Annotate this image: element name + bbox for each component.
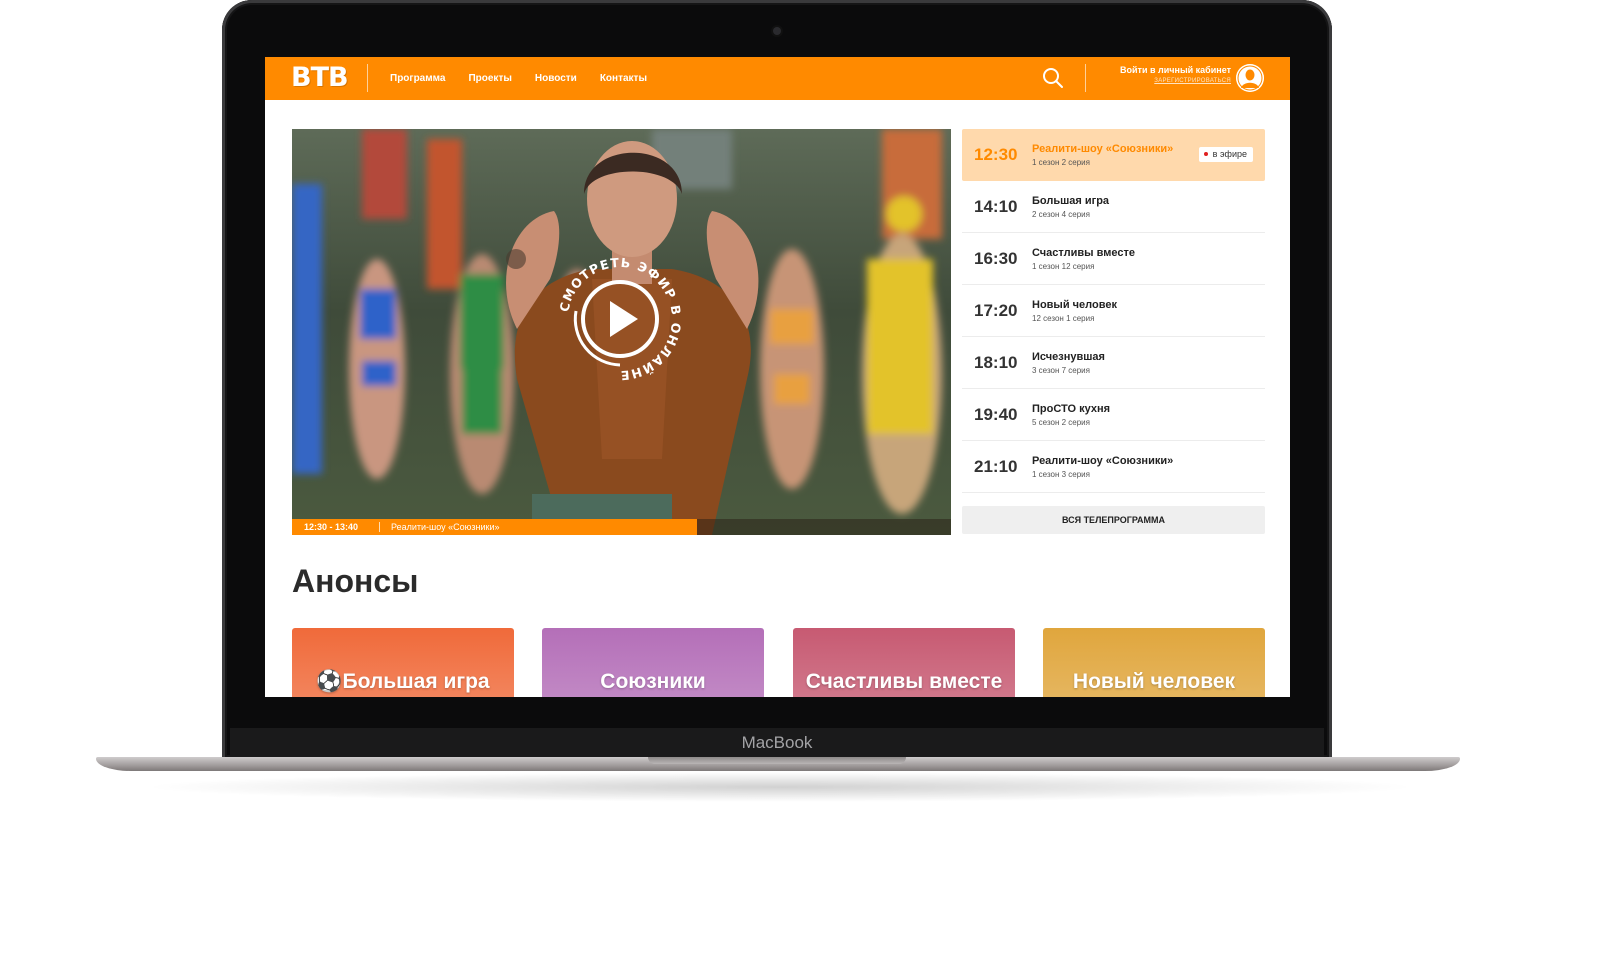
announcement-title: Новый человек — [1072, 670, 1236, 693]
schedule-title: Реалити-шоу «Союзники» — [1032, 455, 1174, 467]
live-dot-icon — [1203, 151, 1208, 156]
announcement-card[interactable]: Счастливы вместе — [793, 628, 1015, 697]
schedule-item[interactable]: 18:10 Исчезнувшая 3 сезон 7 серия — [962, 337, 1265, 389]
on-air-badge: в эфире — [1198, 147, 1253, 162]
now-playing-divider — [379, 522, 380, 532]
header-divider — [1085, 64, 1086, 92]
tv-schedule: 12:30 Реалити-шоу «Союзники» 1 сезон 2 с… — [962, 129, 1265, 493]
laptop-notch — [648, 757, 906, 764]
schedule-item[interactable]: 21:10 Реалити-шоу «Союзники» 1 сезон 3 с… — [962, 441, 1265, 493]
announcement-card[interactable]: ⚽Большая игра — [292, 628, 514, 697]
announcement-title: Союзники — [600, 670, 706, 693]
screen: ВТВ Программа Проекты Новости Контакты В… — [265, 57, 1290, 697]
live-player[interactable]: СМОТРЕТЬ ЭФИР В ОНЛАЙНЕ 12:30 - 13:40 Ре… — [292, 129, 951, 535]
login-block: Войти в личный кабинет ЗАРЕГИСТРИРОВАТЬС… — [1120, 65, 1231, 84]
schedule-episode: 1 сезон 3 серия — [1032, 470, 1090, 479]
nav-item-projects[interactable]: Проекты — [468, 57, 511, 100]
schedule-episode: 2 сезон 4 серия — [1032, 210, 1090, 219]
schedule-time: 12:30 — [974, 145, 1018, 164]
schedule-episode: 1 сезон 12 серия — [1032, 262, 1095, 271]
laptop-shadow — [140, 772, 1420, 802]
site-logo[interactable]: ВТВ — [291, 61, 349, 95]
play-icon — [610, 301, 638, 337]
schedule-title: Счастливы вместе — [1032, 247, 1135, 259]
header-divider — [367, 64, 368, 92]
laptop-brand: MacBook — [741, 733, 813, 752]
schedule-item[interactable]: 17:20 Новый человек 12 сезон 1 серия — [962, 285, 1265, 337]
schedule-episode: 3 сезон 7 серия — [1032, 366, 1090, 375]
schedule-item[interactable]: 12:30 Реалити-шоу «Союзники» 1 сезон 2 с… — [962, 129, 1265, 181]
schedule-episode: 1 сезон 2 серия — [1032, 158, 1090, 167]
announcement-title: Счастливы вместе — [805, 670, 1003, 693]
announcement-title: ⚽Большая игра — [316, 670, 490, 693]
schedule-episode: 5 сезон 2 серия — [1032, 418, 1090, 427]
user-avatar-icon[interactable] — [1236, 64, 1264, 92]
announcement-card[interactable]: Новый человек — [1043, 628, 1265, 697]
now-playing-bar: 12:30 - 13:40 Реалити-шоу «Союзники» — [292, 519, 951, 535]
schedule-title: Новый человек — [1032, 299, 1117, 311]
schedule-title: ПроСТО кухня — [1032, 403, 1111, 415]
schedule-title: Реалити-шоу «Союзники» — [1032, 143, 1174, 155]
schedule-item[interactable]: 16:30 Счастливы вместе 1 сезон 12 серия — [962, 233, 1265, 285]
nav-item-program[interactable]: Программа — [390, 57, 445, 100]
register-link[interactable]: ЗАРЕГИСТРИРОВАТЬСЯ — [1120, 78, 1231, 84]
login-link[interactable]: Войти в личный кабинет — [1120, 65, 1231, 75]
site-header: ВТВ Программа Проекты Новости Контакты В… — [265, 57, 1290, 100]
schedule-item[interactable]: 19:40 ПроСТО кухня 5 сезон 2 серия — [962, 389, 1265, 441]
schedule-time: 14:10 — [974, 197, 1018, 216]
schedule-time: 19:40 — [974, 405, 1018, 424]
section-title: Анонсы — [292, 563, 419, 599]
schedule-title: Исчезнувшая — [1032, 351, 1105, 363]
search-icon[interactable] — [1042, 67, 1064, 89]
nav-item-news[interactable]: Новости — [535, 57, 577, 100]
schedule-time: 21:10 — [974, 457, 1018, 476]
schedule-time: 17:20 — [974, 301, 1018, 320]
now-playing-time: 12:30 - 13:40 — [304, 522, 359, 532]
schedule-time: 16:30 — [974, 249, 1018, 268]
camera-icon — [773, 27, 781, 35]
announcements-row: ⚽Большая игра Союзники Счастливы вместе … — [292, 628, 1265, 697]
announcement-card[interactable]: Союзники — [542, 628, 764, 697]
schedule-time: 18:10 — [974, 353, 1018, 372]
nav-item-contacts[interactable]: Контакты — [600, 57, 647, 100]
now-playing-title: Реалити-шоу «Союзники» — [391, 522, 500, 532]
main-nav: Программа Проекты Новости Контакты — [390, 57, 670, 100]
all-program-button[interactable]: ВСЯ ТЕЛЕПРОГРАММА — [962, 506, 1265, 534]
schedule-title: Большая игра — [1032, 195, 1110, 207]
schedule-episode: 12 сезон 1 серия — [1032, 314, 1095, 323]
on-air-label: в эфире — [1212, 149, 1247, 159]
play-button[interactable]: СМОТРЕТЬ ЭФИР В ОНЛАЙНЕ — [558, 257, 682, 381]
schedule-item[interactable]: 14:10 Большая игра 2 сезон 4 серия — [962, 181, 1265, 233]
